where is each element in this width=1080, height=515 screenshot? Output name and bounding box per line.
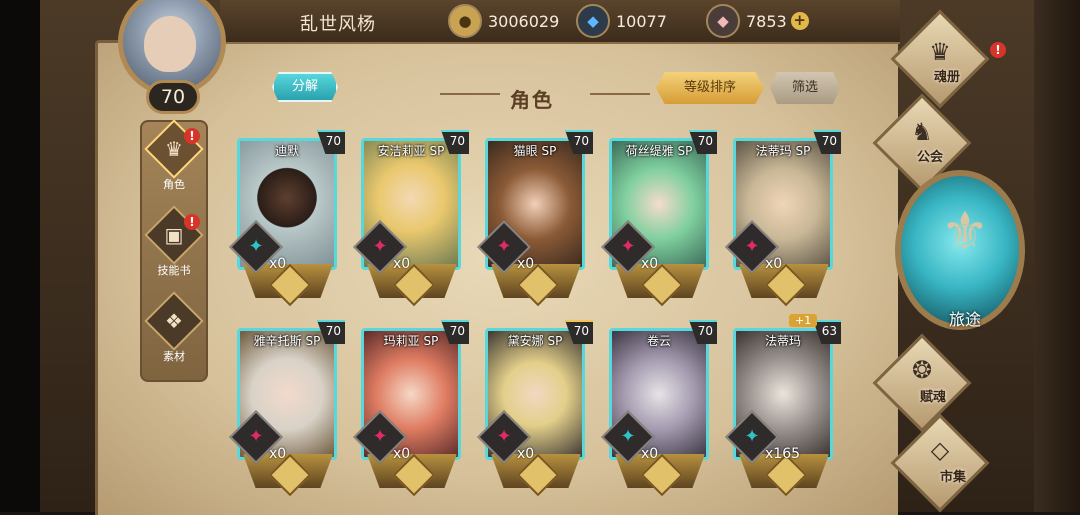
character-name: 猫眼 SP [513,144,557,158]
character-card[interactable]: 法蒂玛 SP 70 ✦ x0 [725,130,841,307]
character-card[interactable]: 荷丝缇雅 SP 70 ✦ x0 [601,130,717,307]
character-name: 迪默 [274,144,299,158]
character-name: 荷丝缇雅 SP [625,144,693,158]
character-name: 法蒂玛 SP [755,144,811,158]
player-level: 70 [146,80,200,114]
sort-by-level-button[interactable]: 等级排序 [656,72,764,104]
shard-count: x0 [765,256,783,272]
shard-count: x0 [517,446,535,462]
gold-value: 3006029 [488,11,560,31]
character-card[interactable]: 玛莉亚 SP 70 ✦ x0 [353,320,469,497]
character-card[interactable]: 猫眼 SP 70 ✦ x0 [477,130,593,307]
soul-book-label: 魂册 [933,70,960,85]
shard-count: x0 [269,446,287,462]
add-stone-button[interactable]: + [790,12,809,30]
material-icon: ❖ [144,291,204,351]
guild-icon: ♞ [911,118,933,146]
shard-count: x0 [517,256,535,272]
gem-icon: ◇ [930,436,950,464]
journey-label: 旅途 [948,310,981,329]
sidebar-item-skill-books[interactable]: ▣ 技能书 ! [142,205,206,288]
character-card[interactable]: 卷云 70 ✦ x0 [601,320,717,497]
shard-count: x0 [393,446,411,462]
character-name: 黛安娜 SP [507,334,563,348]
coin-icon: ● [448,4,482,38]
alert-badge: ! [184,214,200,230]
character-name: 法蒂玛 [764,334,801,348]
crystal-counter: ◆ 10077 [576,4,667,38]
shard-count: x0 [393,256,411,272]
shard-count: x0 [641,256,659,272]
sidebar-item-materials[interactable]: ❖ 素材 [142,291,206,374]
character-card[interactable]: 安洁莉亚 SP 70 ✦ x0 [353,130,469,307]
bonus-badge: +1 [789,314,818,327]
character-name: 雅辛托斯 SP [253,334,321,348]
sidebar: ♛ 角色 ! ▣ 技能书 ! ❖ 素材 [140,119,208,382]
crystal-value: 10077 [616,11,667,31]
left-letterbox [0,0,40,512]
character-card[interactable]: 雅辛托斯 SP 70 ✦ x0 [229,320,345,497]
sidebar-item-characters[interactable]: ♛ 角色 ! [142,119,206,202]
avatar-face [144,16,196,72]
alert-badge: ! [990,42,1006,58]
character-card[interactable]: 黛安娜 SP 70 ✦ x0 [477,320,593,497]
character-name: 安洁莉亚 SP [377,144,445,158]
character-card[interactable]: 迪默 70 ✦ x0 [229,130,345,307]
stone-counter[interactable]: ◆ 7853 + [706,4,809,38]
character-name: 卷云 [646,334,671,348]
soul-book-icon: ♛ [929,38,951,66]
player-name: 乱世风杨 [300,14,376,35]
flame-icon: ❂ [911,356,933,384]
decompose-button[interactable]: 分解 [272,72,338,102]
shard-count: x0 [269,256,287,272]
character-card[interactable]: 法蒂玛 63 +1 ✦ x165 [725,314,841,497]
gold-counter: ● 3006029 [448,4,560,38]
page-title: 角色 [510,88,554,112]
alert-badge: ! [184,128,200,144]
guild-label: 公会 [916,150,943,165]
character-grid: 迪默 70 ✦ x0 安洁莉亚 SP 70 ✦ x0 猫眼 SP 70 ✦ x0… [229,130,855,500]
title-ornament-right [590,93,650,103]
title-ornament-left [440,93,500,103]
stone-value: 7853 [746,11,787,31]
filter-button[interactable]: 筛选 [770,72,840,104]
character-name: 玛莉亚 SP [383,334,439,348]
soul-grant-label: 赋魂 [919,390,946,405]
right-frame [1034,0,1080,512]
trident-icon: ⚜ [940,200,990,263]
shard-count: x165 [765,446,801,462]
shard-count: x0 [641,446,659,462]
market-label: 市集 [939,470,966,485]
blue-crystal-icon: ◆ [576,4,610,38]
pink-stone-icon: ◆ [706,4,740,38]
